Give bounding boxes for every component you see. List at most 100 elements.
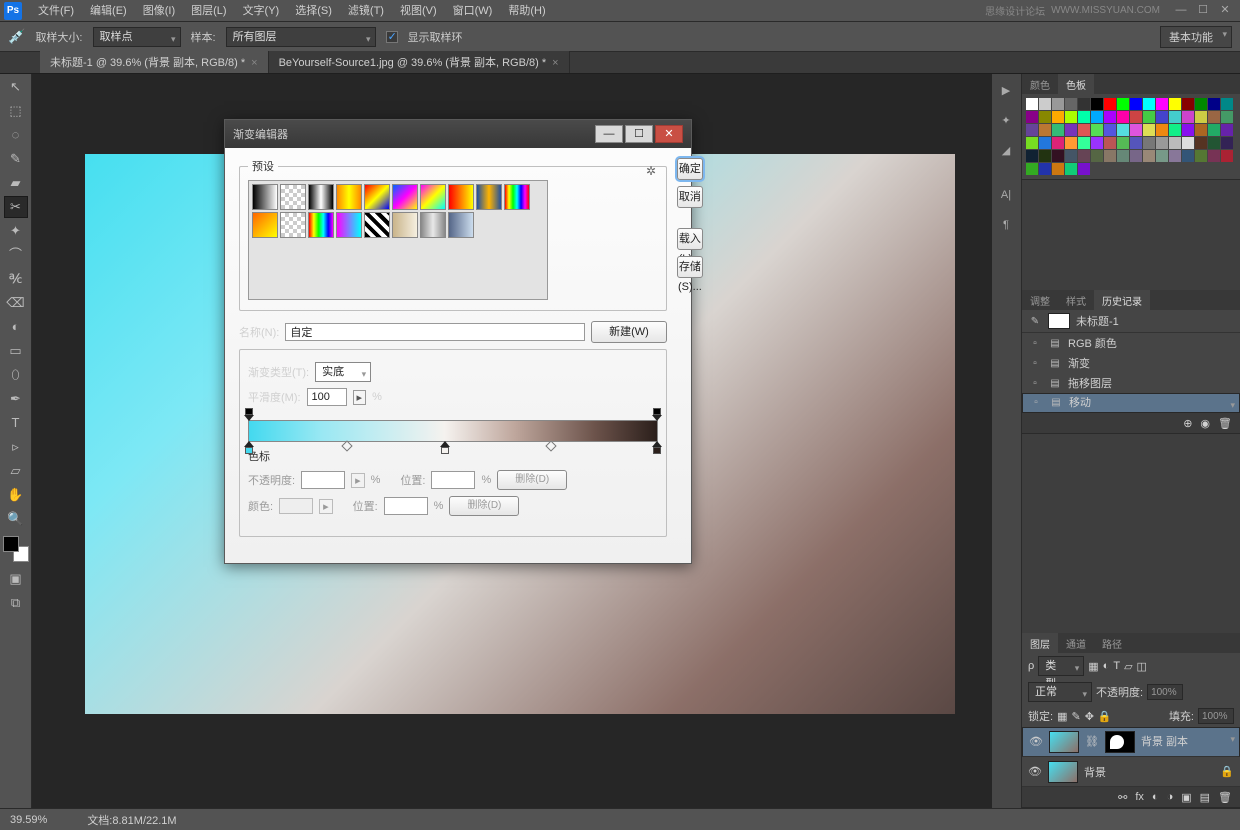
new-snapshot-icon[interactable]: ⊕ bbox=[1183, 417, 1192, 430]
fx-icon[interactable]: fx bbox=[1135, 791, 1144, 803]
zoom-level[interactable]: 39.59% bbox=[10, 814, 47, 826]
preset-swatch[interactable] bbox=[308, 184, 334, 210]
swatch[interactable] bbox=[1078, 98, 1090, 110]
swatch[interactable] bbox=[1156, 124, 1168, 136]
fg-bg-swatch[interactable] bbox=[3, 536, 29, 562]
swatch[interactable] bbox=[1117, 111, 1129, 123]
swatch[interactable] bbox=[1026, 163, 1038, 175]
new-button[interactable]: 新建(W) bbox=[591, 321, 667, 343]
tab-adjustments[interactable]: 调整 bbox=[1022, 290, 1058, 310]
sample-size-select[interactable]: 取样点 bbox=[93, 27, 181, 47]
history-item[interactable]: ▫▤拖移图层 bbox=[1022, 373, 1240, 393]
tool-gradient[interactable]: ◐ bbox=[4, 316, 28, 338]
histogram-icon[interactable]: ◢ bbox=[992, 138, 1020, 164]
tab-history[interactable]: 历史记录 bbox=[1094, 290, 1150, 310]
name-input[interactable] bbox=[285, 323, 585, 341]
preset-swatch[interactable] bbox=[448, 212, 474, 238]
swatch[interactable] bbox=[1039, 163, 1051, 175]
swatch[interactable] bbox=[1130, 150, 1142, 162]
menu-view[interactable]: 视图(V) bbox=[392, 0, 445, 22]
smooth-stepper-icon[interactable]: ▸ bbox=[353, 390, 367, 405]
swatch[interactable] bbox=[1182, 124, 1194, 136]
opacity-stop[interactable] bbox=[244, 409, 254, 421]
swatch[interactable] bbox=[1143, 150, 1155, 162]
swatch[interactable] bbox=[1026, 150, 1038, 162]
swatch[interactable] bbox=[1052, 111, 1064, 123]
cancel-button[interactable]: 取消 bbox=[677, 186, 703, 208]
swatch[interactable] bbox=[1208, 98, 1220, 110]
swatch[interactable] bbox=[1104, 137, 1116, 149]
load-button[interactable]: 载入(L)... bbox=[677, 228, 703, 250]
swatch[interactable] bbox=[1052, 137, 1064, 149]
preset-swatch[interactable] bbox=[252, 184, 278, 210]
visibility-icon[interactable]: 👁 bbox=[1029, 733, 1043, 751]
swatch[interactable] bbox=[1065, 124, 1077, 136]
tool-eraser[interactable]: ⌫ bbox=[4, 292, 28, 314]
swatch[interactable] bbox=[1130, 137, 1142, 149]
swatch[interactable] bbox=[1091, 98, 1103, 110]
tool-brush[interactable]: ⌒ bbox=[4, 244, 28, 266]
history-item[interactable]: ▫▤RGB 颜色 bbox=[1022, 333, 1240, 353]
blend-mode-select[interactable]: 正常 bbox=[1028, 682, 1092, 702]
swatch[interactable] bbox=[1026, 137, 1038, 149]
swatch[interactable] bbox=[1169, 124, 1181, 136]
preset-swatch[interactable] bbox=[336, 184, 362, 210]
menu-file[interactable]: 文件(F) bbox=[30, 0, 82, 22]
type-select[interactable]: 实底 bbox=[315, 362, 371, 382]
character-icon[interactable]: A| bbox=[992, 182, 1020, 208]
preset-grid[interactable] bbox=[248, 180, 548, 300]
swatch[interactable] bbox=[1091, 124, 1103, 136]
swatch[interactable] bbox=[1039, 98, 1051, 110]
swatch[interactable] bbox=[1078, 150, 1090, 162]
swatch[interactable] bbox=[1195, 124, 1207, 136]
tool-heal[interactable]: ✦ bbox=[4, 220, 28, 242]
swatch[interactable] bbox=[1195, 150, 1207, 162]
ok-button[interactable]: 确定 bbox=[677, 158, 703, 180]
filter-type-icon[interactable]: T bbox=[1113, 660, 1120, 672]
swatch[interactable] bbox=[1208, 150, 1220, 162]
swatch[interactable] bbox=[1221, 111, 1233, 123]
lock-trans-icon[interactable]: ▦ bbox=[1057, 710, 1067, 723]
swatch[interactable] bbox=[1039, 137, 1051, 149]
tab-close-icon[interactable]: × bbox=[251, 57, 257, 69]
tool-stamp[interactable]: ℀ bbox=[4, 268, 28, 290]
swatch[interactable] bbox=[1065, 137, 1077, 149]
swatch[interactable] bbox=[1130, 111, 1142, 123]
doc-size[interactable]: 文档:8.81M/22.1M bbox=[87, 812, 176, 828]
new-layer-icon[interactable]: ▤ bbox=[1200, 791, 1210, 804]
tool-shape[interactable]: ▱ bbox=[4, 460, 28, 482]
filter-kind-select[interactable]: 类型 bbox=[1038, 656, 1084, 676]
swatch[interactable] bbox=[1052, 163, 1064, 175]
swatch[interactable] bbox=[1182, 137, 1194, 149]
quickmask-icon[interactable]: ▣ bbox=[4, 568, 28, 590]
swatch[interactable] bbox=[1091, 150, 1103, 162]
tool-hand[interactable]: ✋ bbox=[4, 484, 28, 506]
show-ring-checkbox[interactable] bbox=[386, 31, 398, 43]
lock-pos-icon[interactable]: ✥ bbox=[1085, 710, 1094, 723]
dialog-close-icon[interactable]: ✕ bbox=[655, 125, 683, 143]
swatch[interactable] bbox=[1130, 98, 1142, 110]
save-button[interactable]: 存储(S)... bbox=[677, 256, 703, 278]
swatch[interactable] bbox=[1065, 150, 1077, 162]
swatch[interactable] bbox=[1104, 124, 1116, 136]
dialog-minimize-icon[interactable]: — bbox=[595, 125, 623, 143]
gear-icon[interactable]: ✲ bbox=[646, 164, 656, 178]
swatch[interactable] bbox=[1026, 124, 1038, 136]
swatch[interactable] bbox=[1091, 111, 1103, 123]
swatch[interactable] bbox=[1104, 150, 1116, 162]
swatch[interactable] bbox=[1117, 137, 1129, 149]
group-icon[interactable]: ▣ bbox=[1181, 791, 1191, 804]
tool-eyedropper[interactable]: ✂ bbox=[4, 196, 28, 218]
dialog-maximize-icon[interactable]: ☐ bbox=[625, 125, 653, 143]
menu-image[interactable]: 图像(I) bbox=[135, 0, 183, 22]
menu-edit[interactable]: 编辑(E) bbox=[82, 0, 135, 22]
camera-icon[interactable]: ◉ bbox=[1200, 417, 1210, 430]
swatch[interactable] bbox=[1078, 111, 1090, 123]
lock-all-icon[interactable]: 🔒 bbox=[1098, 710, 1112, 723]
dialog-titlebar[interactable]: 渐变编辑器 — ☐ ✕ bbox=[225, 120, 691, 148]
swatch[interactable] bbox=[1026, 111, 1038, 123]
swatch[interactable] bbox=[1039, 150, 1051, 162]
preset-swatch[interactable] bbox=[308, 212, 334, 238]
swatch[interactable] bbox=[1078, 124, 1090, 136]
layer-name[interactable]: 背景 副本 bbox=[1141, 733, 1188, 751]
